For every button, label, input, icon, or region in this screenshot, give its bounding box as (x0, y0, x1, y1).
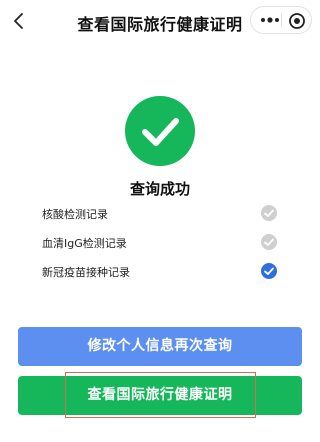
result-title: 查询成功 (129, 180, 190, 198)
target-circle-icon[interactable] (287, 11, 307, 31)
record-label: 血清IgG检测记录 (42, 237, 127, 250)
check-icon (260, 233, 278, 251)
more-dots-icon[interactable] (259, 11, 281, 29)
record-item-vaccination: 新冠疫苗接种记录 (42, 258, 282, 287)
mini-program-capsule (250, 6, 312, 34)
record-item-serum-igg: 血清IgG检测记录 (42, 229, 282, 258)
view-certificate-button[interactable]: 查看国际旅行健康证明 (18, 376, 302, 415)
capsule-divider (281, 13, 282, 27)
record-label: 新冠疫苗接种记录 (42, 266, 130, 279)
record-list: 核酸检测记录 血清IgG检测记录 新冠疫苗接种记录 (42, 200, 282, 287)
modify-info-button[interactable]: 修改个人信息再次查询 (18, 327, 302, 366)
record-label: 核酸检测记录 (42, 208, 108, 221)
check-icon (260, 262, 278, 280)
nav-bar: 查看国际旅行健康证明 (0, 0, 320, 44)
check-circle-icon (125, 96, 195, 166)
check-icon (260, 204, 278, 222)
record-item-nucleic-acid: 核酸检测记录 (42, 200, 282, 229)
